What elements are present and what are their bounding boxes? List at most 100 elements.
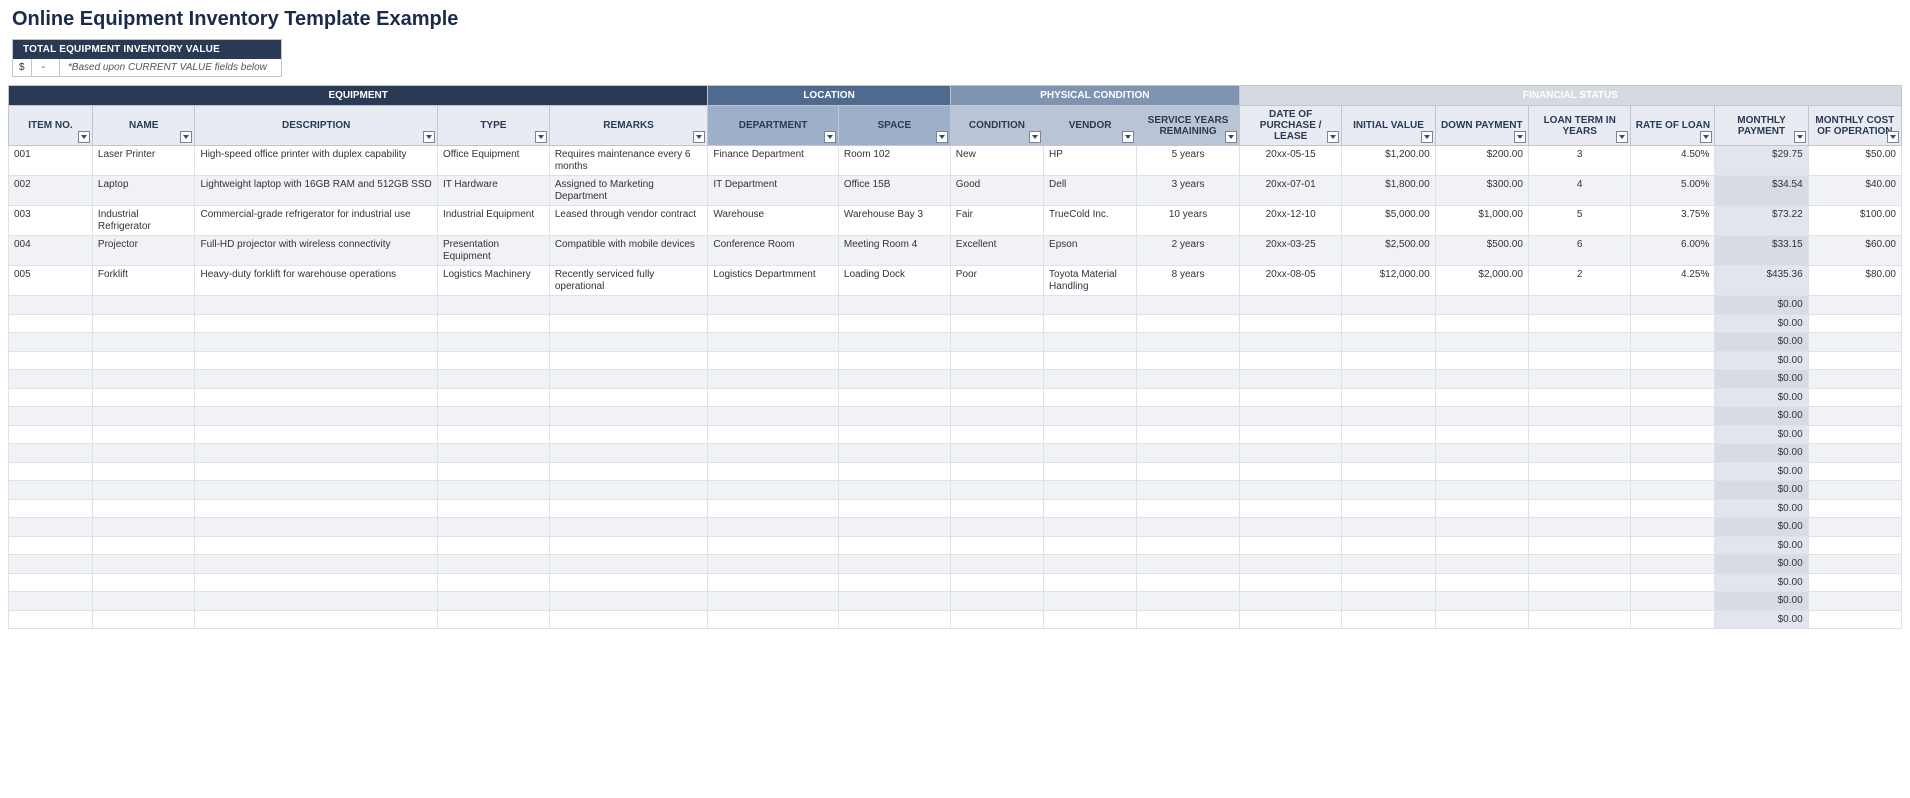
- cell-itemno[interactable]: [9, 333, 93, 352]
- col-dept[interactable]: DEPARTMENT: [708, 106, 839, 146]
- cell-vendor[interactable]: [1044, 425, 1137, 444]
- cell-type[interactable]: [437, 351, 549, 370]
- table-row[interactable]: 004ProjectorFull-HD projector with wirel…: [9, 236, 1902, 266]
- cell-lterm[interactable]: [1528, 388, 1631, 407]
- cell-itemno[interactable]: [9, 555, 93, 574]
- cell-mcost[interactable]: [1808, 536, 1901, 555]
- cell-desc[interactable]: High-speed office printer with duplex ca…: [195, 146, 437, 176]
- cell-svcyrs[interactable]: [1137, 536, 1240, 555]
- cell-mpay[interactable]: $29.75: [1715, 146, 1808, 176]
- cell-cond[interactable]: [950, 555, 1043, 574]
- cell-name[interactable]: [92, 481, 195, 500]
- cell-inval[interactable]: [1342, 425, 1435, 444]
- cell-dop[interactable]: [1239, 518, 1342, 537]
- cell-svcyrs[interactable]: [1137, 314, 1240, 333]
- cell-vendor[interactable]: Toyota Material Handling: [1044, 266, 1137, 296]
- cell-itemno[interactable]: [9, 592, 93, 611]
- cell-desc[interactable]: [195, 462, 437, 481]
- cell-mcost[interactable]: $50.00: [1808, 146, 1901, 176]
- cell-type[interactable]: [437, 444, 549, 463]
- cell-rate[interactable]: [1631, 536, 1715, 555]
- table-row[interactable]: $0.00: [9, 444, 1902, 463]
- cell-itemno[interactable]: [9, 407, 93, 426]
- cell-type[interactable]: [437, 555, 549, 574]
- cell-rate[interactable]: [1631, 462, 1715, 481]
- cell-desc[interactable]: [195, 351, 437, 370]
- cell-remarks[interactable]: [549, 314, 708, 333]
- cell-desc[interactable]: [195, 573, 437, 592]
- cell-dop[interactable]: [1239, 296, 1342, 315]
- table-row[interactable]: $0.00: [9, 388, 1902, 407]
- table-row[interactable]: $0.00: [9, 333, 1902, 352]
- cell-cond[interactable]: [950, 425, 1043, 444]
- cell-vendor[interactable]: [1044, 518, 1137, 537]
- cell-vendor[interactable]: [1044, 370, 1137, 389]
- cell-desc[interactable]: [195, 314, 437, 333]
- cell-mcost[interactable]: [1808, 481, 1901, 500]
- cell-mcost[interactable]: [1808, 518, 1901, 537]
- cell-dept[interactable]: [708, 333, 839, 352]
- cell-dop[interactable]: [1239, 333, 1342, 352]
- cell-inval[interactable]: [1342, 351, 1435, 370]
- cell-space[interactable]: [838, 370, 950, 389]
- cell-name[interactable]: Forklift: [92, 266, 195, 296]
- cell-desc[interactable]: Full-HD projector with wireless connecti…: [195, 236, 437, 266]
- cell-dept[interactable]: IT Department: [708, 176, 839, 206]
- cell-mcost[interactable]: [1808, 407, 1901, 426]
- cell-vendor[interactable]: [1044, 573, 1137, 592]
- cell-space[interactable]: [838, 444, 950, 463]
- cell-desc[interactable]: [195, 388, 437, 407]
- cell-lterm[interactable]: [1528, 296, 1631, 315]
- cell-svcyrs[interactable]: 8 years: [1137, 266, 1240, 296]
- cell-inval[interactable]: [1342, 481, 1435, 500]
- cell-vendor[interactable]: [1044, 481, 1137, 500]
- cell-cond[interactable]: [950, 296, 1043, 315]
- cell-mcost[interactable]: $40.00: [1808, 176, 1901, 206]
- cell-inval[interactable]: [1342, 610, 1435, 629]
- cell-down[interactable]: [1435, 573, 1528, 592]
- cell-dop[interactable]: [1239, 610, 1342, 629]
- cell-dept[interactable]: [708, 499, 839, 518]
- cell-vendor[interactable]: TrueCold Inc.: [1044, 206, 1137, 236]
- cell-rate[interactable]: [1631, 499, 1715, 518]
- cell-down[interactable]: [1435, 555, 1528, 574]
- table-row[interactable]: $0.00: [9, 499, 1902, 518]
- cell-type[interactable]: [437, 462, 549, 481]
- cell-itemno[interactable]: 003: [9, 206, 93, 236]
- cell-rate[interactable]: 4.25%: [1631, 266, 1715, 296]
- cell-remarks[interactable]: [549, 573, 708, 592]
- cell-space[interactable]: Warehouse Bay 3: [838, 206, 950, 236]
- cell-mpay[interactable]: $0.00: [1715, 407, 1808, 426]
- cell-rate[interactable]: 4.50%: [1631, 146, 1715, 176]
- cell-mpay[interactable]: $34.54: [1715, 176, 1808, 206]
- col-dop[interactable]: DATE OF PURCHASE / LEASE: [1239, 106, 1342, 146]
- cell-svcyrs[interactable]: [1137, 518, 1240, 537]
- cell-svcyrs[interactable]: [1137, 555, 1240, 574]
- cell-itemno[interactable]: [9, 536, 93, 555]
- cell-remarks[interactable]: Recently serviced fully operational: [549, 266, 708, 296]
- cell-desc[interactable]: Heavy-duty forklift for warehouse operat…: [195, 266, 437, 296]
- cell-desc[interactable]: [195, 481, 437, 500]
- cell-mcost[interactable]: [1808, 555, 1901, 574]
- cell-remarks[interactable]: Leased through vendor contract: [549, 206, 708, 236]
- cell-desc[interactable]: [195, 555, 437, 574]
- cell-name[interactable]: Laptop: [92, 176, 195, 206]
- table-row[interactable]: 002LaptopLightweight laptop with 16GB RA…: [9, 176, 1902, 206]
- cell-space[interactable]: [838, 573, 950, 592]
- cell-rate[interactable]: [1631, 370, 1715, 389]
- cell-dop[interactable]: [1239, 370, 1342, 389]
- cell-down[interactable]: [1435, 444, 1528, 463]
- cell-lterm[interactable]: [1528, 351, 1631, 370]
- cell-dop[interactable]: [1239, 351, 1342, 370]
- cell-space[interactable]: Loading Dock: [838, 266, 950, 296]
- cell-desc[interactable]: Commercial-grade refrigerator for indust…: [195, 206, 437, 236]
- cell-svcyrs[interactable]: [1137, 351, 1240, 370]
- cell-name[interactable]: [92, 518, 195, 537]
- cell-lterm[interactable]: [1528, 555, 1631, 574]
- cell-remarks[interactable]: [549, 444, 708, 463]
- cell-inval[interactable]: [1342, 314, 1435, 333]
- cell-inval[interactable]: [1342, 388, 1435, 407]
- cell-desc[interactable]: [195, 518, 437, 537]
- cell-mpay[interactable]: $0.00: [1715, 481, 1808, 500]
- cell-svcyrs[interactable]: [1137, 296, 1240, 315]
